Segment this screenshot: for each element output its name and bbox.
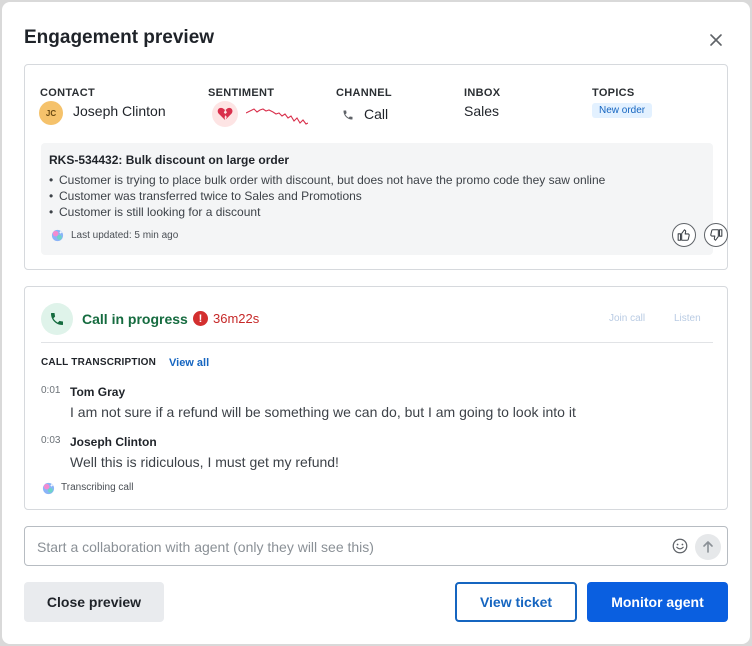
thumbs-down-icon[interactable] <box>704 223 728 247</box>
ai-sparkle-icon <box>42 482 55 495</box>
transcription-label: CALL TRANSCRIPTION <box>41 357 157 368</box>
speaker-name: Joseph Clinton <box>70 435 157 449</box>
inbox-value: Sales <box>464 103 500 119</box>
speaker-name: Tom Gray <box>70 385 126 399</box>
call-duration-text: 36m22s <box>213 311 260 326</box>
call-status: Call in progress <box>82 311 188 327</box>
engagement-details-card: CONTACT JC Joseph Clinton SENTIMENT CHAN… <box>24 64 728 270</box>
view-ticket-button[interactable]: View ticket <box>455 582 577 622</box>
avatar: JC <box>39 101 63 125</box>
list-item: Customer is still looking for a discount <box>49 204 605 220</box>
timestamp: 0:03 <box>41 435 61 446</box>
phone-icon <box>343 110 353 120</box>
phone-icon <box>41 303 73 335</box>
divider <box>41 342 713 343</box>
call-card: Call in progress ! 36m22s Join call List… <box>24 286 728 510</box>
summary-list: Customer is trying to place bulk order w… <box>49 172 605 220</box>
inbox-label: INBOX <box>464 87 501 99</box>
transcript-message: I am not sure if a refund will be someth… <box>70 404 576 420</box>
transcript-message: Well this is ridiculous, I must get my r… <box>70 454 339 470</box>
call-duration: ! 36m22s <box>193 311 259 326</box>
thumbs-up-icon[interactable] <box>672 223 696 247</box>
monitor-agent-button[interactable]: Monitor agent <box>587 582 728 622</box>
engagement-preview-modal: Engagement preview CONTACT JC Joseph Cli… <box>2 2 750 644</box>
collaboration-input[interactable]: Start a collaboration with agent (only t… <box>24 526 728 566</box>
timestamp: 0:01 <box>41 385 61 396</box>
broken-heart-icon <box>212 101 238 127</box>
emoji-icon[interactable] <box>671 537 689 555</box>
list-item: Customer is trying to place bulk order w… <box>49 172 605 188</box>
contact-label: CONTACT <box>40 87 96 99</box>
join-call-button[interactable]: Join call <box>609 313 645 324</box>
channel-value: Call <box>364 106 389 122</box>
summary-title: RKS-534432: Bulk discount on large order <box>49 153 290 167</box>
alert-icon: ! <box>193 311 208 326</box>
last-updated-text: Last updated: 5 min ago <box>71 230 179 241</box>
sentiment-trend-icon <box>246 108 308 125</box>
collaboration-placeholder: Start a collaboration with agent (only t… <box>37 539 374 555</box>
ai-sparkle-icon <box>51 229 64 242</box>
modal-title: Engagement preview <box>24 27 215 48</box>
list-item: Customer was transferred twice to Sales … <box>49 188 605 204</box>
contact-name: Joseph Clinton <box>73 103 166 119</box>
close-preview-button[interactable]: Close preview <box>24 582 164 622</box>
channel-label: CHANNEL <box>336 87 392 99</box>
ai-summary: RKS-534432: Bulk discount on large order… <box>41 143 728 255</box>
listen-button[interactable]: Listen <box>674 313 701 324</box>
sentiment-label: SENTIMENT <box>208 87 275 99</box>
transcribing-status: Transcribing call <box>61 482 134 493</box>
close-icon[interactable] <box>704 28 728 52</box>
send-icon[interactable] <box>695 534 721 560</box>
view-all-link[interactable]: View all <box>169 357 209 369</box>
topics-label: TOPICS <box>592 87 635 99</box>
topic-tag[interactable]: New order <box>592 103 653 118</box>
